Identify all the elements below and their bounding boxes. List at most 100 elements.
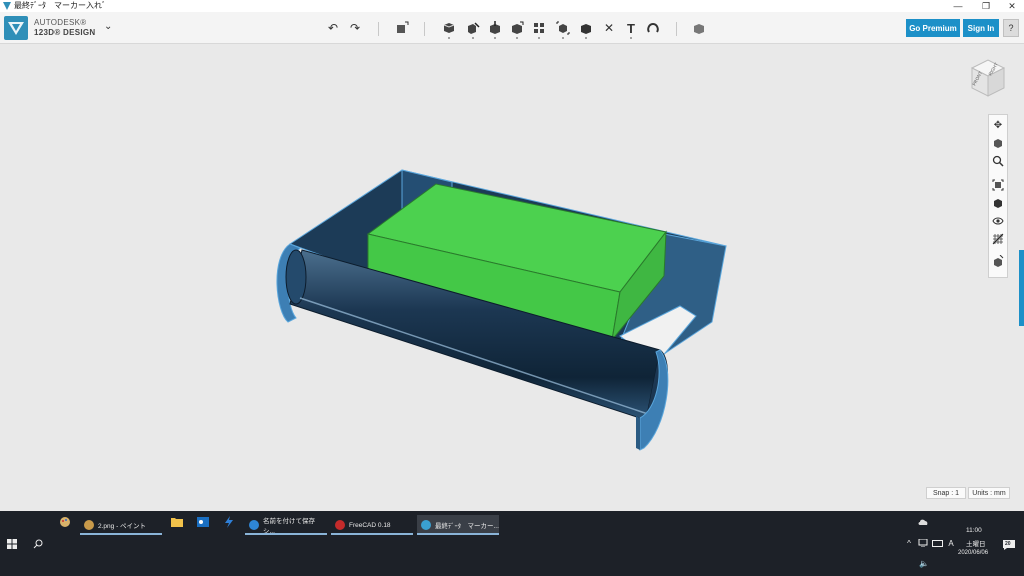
window-titlebar: 最終ﾃﾞｰﾀ マーカー入れﾞ — ❐ ✕ — [0, 0, 1024, 12]
taskbar-app-123d[interactable]: 最終ﾃﾞｰﾀ マーカー... — [417, 515, 499, 535]
cloud-icon — [918, 519, 928, 525]
orbit-icon[interactable] — [989, 135, 1007, 151]
monitor-icon — [918, 539, 928, 547]
keyboard-icon[interactable] — [930, 537, 944, 549]
go-premium-button[interactable]: Go Premium — [906, 19, 960, 37]
orbit-glyph-icon — [994, 139, 1002, 148]
units-indicator[interactable]: Units : mm — [968, 487, 1010, 499]
cube-icon — [443, 23, 455, 33]
pattern-button[interactable] — [530, 18, 548, 38]
minimize-button[interactable]: — — [946, 0, 970, 12]
grouping-button[interactable] — [554, 18, 572, 38]
roller-left-cap — [285, 249, 307, 305]
volume-icon[interactable]: 🔈 — [918, 557, 930, 569]
paint-pinned-icon[interactable] — [58, 515, 72, 529]
dropdown-indicator — [472, 37, 474, 39]
navigation-bar: ✥ — [988, 114, 1008, 278]
redo-button[interactable]: ↷ — [346, 18, 364, 38]
active-underline — [417, 533, 499, 535]
sketch-button[interactable] — [464, 18, 482, 38]
network-icon[interactable] — [916, 537, 930, 549]
dropdown-indicator — [494, 37, 496, 39]
outlook-icon[interactable] — [196, 515, 210, 529]
side-panel-toggle[interactable] — [1019, 250, 1024, 326]
grid-toggle-icon[interactable] — [989, 231, 1007, 247]
zoom-icon[interactable] — [989, 153, 1007, 169]
transform-button[interactable] — [393, 18, 411, 38]
clock-day[interactable]: 土曜日 — [966, 538, 986, 548]
fit-icon[interactable] — [989, 177, 1007, 193]
toolbar-divider — [424, 22, 425, 36]
magnifier-icon — [992, 155, 1004, 167]
dropdown-indicator — [448, 37, 450, 39]
sketch-icon — [468, 22, 480, 34]
search-icon[interactable] — [30, 537, 46, 551]
app-logo-icon[interactable] — [4, 16, 28, 40]
material-cube-icon — [994, 255, 1004, 267]
123d-app-icon — [421, 520, 431, 530]
dropdown-indicator — [630, 37, 632, 39]
dropdown-indicator — [585, 37, 587, 39]
help-button[interactable]: ? — [1003, 19, 1019, 37]
right-panel-edge — [636, 416, 640, 450]
search-glyph-icon — [33, 539, 43, 549]
mail-icon — [197, 517, 209, 527]
primitives-button[interactable] — [440, 18, 458, 38]
clock-date[interactable]: 2020/06/06 — [958, 550, 988, 556]
ime-indicator[interactable]: A — [945, 537, 957, 549]
material-view-icon[interactable] — [989, 253, 1007, 269]
taskbar-app-save-dialog[interactable]: 名前を付けて保存 シ... — [245, 515, 327, 535]
pinned-app-icon[interactable] — [222, 515, 236, 529]
material-icon — [694, 24, 704, 34]
active-underline — [245, 533, 327, 535]
toolbar-divider — [676, 22, 677, 36]
text-tool-button[interactable]: T — [622, 18, 640, 38]
tray-chevron-up-icon[interactable]: ^ — [904, 537, 914, 549]
windows-start-icon[interactable] — [4, 537, 20, 551]
weather-icon[interactable] — [916, 515, 930, 527]
model-3d[interactable] — [0, 44, 1024, 511]
dropdown-indicator — [562, 37, 564, 39]
view-mode-icon[interactable] — [989, 195, 1007, 211]
3d-viewport[interactable] — [0, 44, 1024, 511]
active-underline — [331, 533, 413, 535]
file-explorer-icon[interactable] — [170, 515, 184, 529]
maximize-button[interactable]: ❐ — [974, 0, 998, 12]
construct-button[interactable] — [486, 18, 504, 38]
delete-tool-button[interactable]: ✕ — [600, 18, 618, 38]
modify-icon — [512, 21, 524, 34]
eye-icon[interactable] — [989, 213, 1007, 229]
taskbar-app-paint[interactable]: 2.png - ペイント — [80, 515, 162, 535]
logo-mark-icon — [8, 22, 24, 35]
brand-autodesk: AUTODESK® — [34, 18, 87, 27]
sign-in-button[interactable]: Sign In — [963, 19, 999, 37]
freecad-app-icon — [335, 520, 345, 530]
paint-app-icon — [84, 520, 94, 530]
undo-button[interactable]: ↶ — [324, 18, 342, 38]
combine-icon — [581, 24, 591, 34]
view-cube[interactable]: FRONT RIGHT — [966, 56, 1010, 100]
keyboard-glyph-icon — [931, 539, 943, 547]
fit-glyph-icon — [992, 179, 1004, 191]
pan-icon[interactable]: ✥ — [989, 117, 1007, 133]
snap-indicator[interactable]: Snap : 1 — [926, 487, 966, 499]
construct-icon — [490, 21, 500, 34]
dropdown-indicator — [516, 37, 518, 39]
chevron-down-icon[interactable]: ⌄ — [104, 21, 112, 32]
pattern-icon — [534, 23, 544, 33]
combine-button[interactable] — [577, 18, 595, 38]
windows-logo-icon — [7, 539, 17, 549]
dropdown-indicator — [538, 37, 540, 39]
taskbar-app-freecad[interactable]: FreeCAD 0.18 — [331, 515, 413, 535]
clock-time[interactable]: 11:00 — [966, 527, 982, 534]
material-button[interactable] — [690, 18, 708, 38]
brand-product: 123D® DESIGN — [34, 28, 96, 37]
modify-button[interactable] — [508, 18, 526, 38]
snap-tool-button[interactable] — [644, 18, 662, 38]
transform-icon — [397, 21, 409, 33]
solid-cube-icon — [994, 199, 1002, 208]
palette-icon — [60, 517, 70, 527]
close-button[interactable]: ✕ — [1000, 0, 1024, 12]
folder-icon — [171, 518, 183, 527]
taskbar-app-label: 2.png - ペイント — [98, 523, 147, 530]
